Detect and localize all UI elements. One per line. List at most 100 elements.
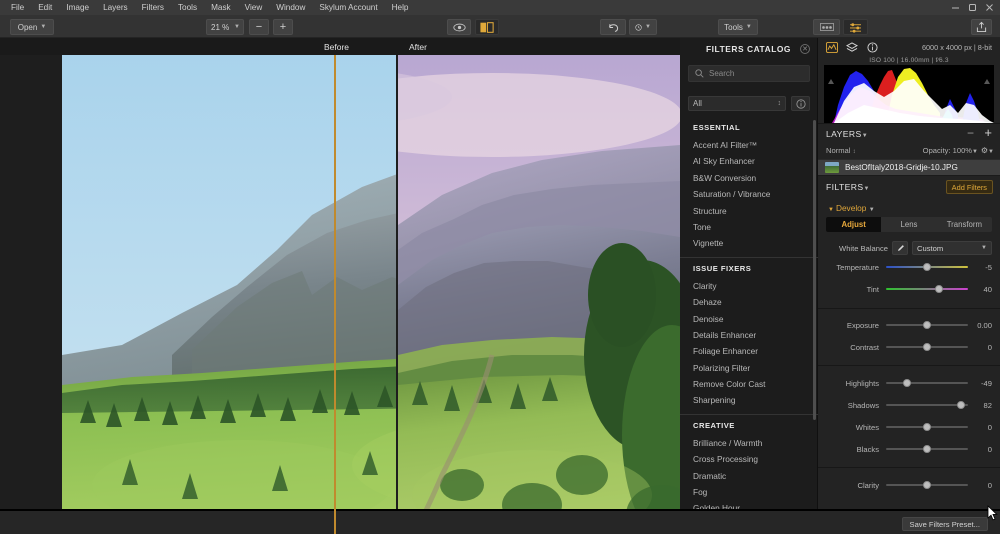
slider-exposure[interactable]: Exposure 0.00 <box>818 314 1000 336</box>
layer-list-item[interactable]: BestOfItaly2018-Gridje-10.JPG <box>818 159 1000 176</box>
filter-item-vignette[interactable]: Vignette <box>680 235 818 251</box>
white-balance-select[interactable]: Custom ▼ <box>912 241 992 255</box>
slider-whites-track[interactable] <box>886 421 968 433</box>
tools-dropdown-button[interactable]: Tools ▼ <box>718 19 758 35</box>
history-button[interactable]: ▼ <box>629 19 657 35</box>
menu-item-view[interactable]: View <box>238 0 270 15</box>
slider-temperature-track[interactable] <box>886 261 968 273</box>
filter-item-clarity[interactable]: Clarity <box>680 278 818 294</box>
layers-stack-icon[interactable] <box>846 41 858 53</box>
photo-viewport[interactable] <box>62 55 680 534</box>
highlight-clip-triangle-icon[interactable] <box>984 79 990 84</box>
slider-temperature[interactable]: Temperature -5 <box>818 256 1000 278</box>
filter-item-tone[interactable]: Tone <box>680 219 818 235</box>
menu-item-tools[interactable]: Tools <box>171 0 204 15</box>
slider-temperature-knob[interactable] <box>923 263 931 271</box>
tab-lens[interactable]: Lens <box>881 217 936 232</box>
filter-item-bw-conversion[interactable]: B&W Conversion <box>680 170 818 186</box>
eyedropper-icon[interactable] <box>892 241 908 255</box>
close-icon[interactable]: ✕ <box>800 44 810 54</box>
filter-item-saturation-vibrance[interactable]: Saturation / Vibrance <box>680 186 818 202</box>
menu-item-skylum-account[interactable]: Skylum Account <box>312 0 384 15</box>
search-input[interactable]: Search <box>688 65 810 82</box>
slider-contrast-track[interactable] <box>886 341 968 353</box>
adjustments-panel-button[interactable] <box>843 19 868 35</box>
zoom-level-select[interactable]: 21 % ▼ <box>206 19 244 35</box>
slider-shadows-knob[interactable] <box>956 401 965 409</box>
filter-item-accent-ai[interactable]: Accent AI Filter™ <box>680 137 818 153</box>
catalog-scrollbar[interactable] <box>813 120 816 420</box>
develop-header[interactable]: ▼ Develop ▼ <box>818 198 1000 215</box>
filter-item-brilliance-warmth[interactable]: Brilliance / Warmth <box>680 435 818 451</box>
menu-item-layers[interactable]: Layers <box>96 0 135 15</box>
filter-item-cross-processing[interactable]: Cross Processing <box>680 451 818 467</box>
develop-filter-panel[interactable]: ▼ Develop ▼ Adjust Lens Transform White B… <box>818 198 1000 502</box>
filters-catalog-list[interactable]: ESSENTIAL Accent AI Filter™ AI Sky Enhan… <box>680 117 818 534</box>
filter-item-denoise[interactable]: Denoise <box>680 311 818 327</box>
share-export-button[interactable] <box>971 19 992 35</box>
slider-contrast-knob[interactable] <box>923 343 931 351</box>
filter-item-structure[interactable]: Structure <box>680 203 818 219</box>
slider-shadows[interactable]: Shadows 82 <box>818 394 1000 416</box>
add-layer-button[interactable]: + <box>984 126 992 139</box>
save-filters-preset-button[interactable]: Save Filters Preset... <box>901 517 988 531</box>
menu-item-file[interactable]: File <box>4 0 31 15</box>
slider-shadows-track[interactable] <box>886 399 968 411</box>
menu-item-mask[interactable]: Mask <box>204 0 238 15</box>
slider-highlights-knob[interactable] <box>903 379 912 387</box>
filter-item-remove-color-cast[interactable]: Remove Color Cast <box>680 376 818 392</box>
menu-item-edit[interactable]: Edit <box>31 0 59 15</box>
slider-highlights-track[interactable] <box>886 377 968 389</box>
filter-item-dehaze[interactable]: Dehaze <box>680 294 818 310</box>
category-select[interactable]: All ↕ <box>688 96 786 111</box>
filter-item-details-enhancer[interactable]: Details Enhancer <box>680 327 818 343</box>
slider-tint-knob[interactable] <box>935 285 944 293</box>
info-circle-icon[interactable] <box>791 96 810 111</box>
slider-tint-track[interactable] <box>886 283 968 295</box>
open-button[interactable]: Open ▼ <box>10 19 54 35</box>
maximize-icon[interactable] <box>964 0 981 15</box>
menu-item-filters[interactable]: Filters <box>135 0 171 15</box>
filter-item-dramatic[interactable]: Dramatic <box>680 468 818 484</box>
slider-whites-knob[interactable] <box>923 423 931 431</box>
filter-item-sharpening[interactable]: Sharpening <box>680 392 818 408</box>
filter-item-fog[interactable]: Fog <box>680 484 818 500</box>
minimize-icon[interactable] <box>947 0 964 15</box>
slider-clarity[interactable]: Clarity 0 <box>818 474 1000 496</box>
remove-layer-button[interactable]: − <box>967 127 974 139</box>
histogram-icon[interactable] <box>826 41 838 53</box>
slider-exposure-knob[interactable] <box>923 321 931 329</box>
preview-toggle-button[interactable] <box>447 19 471 35</box>
layers-title[interactable]: LAYERS▼ <box>826 129 868 139</box>
menu-item-image[interactable]: Image <box>59 0 96 15</box>
filters-section-title[interactable]: FILTERS▼ <box>826 182 870 192</box>
add-filters-button[interactable]: Add Filters <box>945 180 993 194</box>
slider-tint[interactable]: Tint 40 <box>818 278 1000 300</box>
slider-clarity-knob[interactable] <box>923 481 931 489</box>
gear-icon[interactable]: ⚙▼ <box>981 146 994 155</box>
layer-opacity-control[interactable]: Opacity: 100%▼ <box>923 146 978 155</box>
slider-highlights[interactable]: Highlights -49 <box>818 372 1000 394</box>
undo-button[interactable] <box>600 19 626 35</box>
compare-before-after-button[interactable] <box>475 19 499 35</box>
slider-blacks-track[interactable] <box>886 443 968 455</box>
slider-clarity-track[interactable] <box>886 479 968 491</box>
blend-mode-select[interactable]: Normal ↕ <box>826 146 856 155</box>
filter-item-ai-sky-enhancer[interactable]: AI Sky Enhancer <box>680 153 818 169</box>
zoom-out-button[interactable]: − <box>249 19 269 35</box>
filter-item-polarizing-filter[interactable]: Polarizing Filter <box>680 360 818 376</box>
slider-contrast[interactable]: Contrast 0 <box>818 336 1000 358</box>
slider-blacks[interactable]: Blacks 0 <box>818 438 1000 460</box>
info-circle-icon[interactable] <box>866 41 878 53</box>
menu-item-help[interactable]: Help <box>385 0 416 15</box>
zoom-in-button[interactable]: + <box>273 19 293 35</box>
slider-whites[interactable]: Whites 0 <box>818 416 1000 438</box>
image-canvas[interactable]: Before After <box>0 38 680 534</box>
slider-blacks-knob[interactable] <box>923 445 931 453</box>
filter-item-foliage-enhancer[interactable]: Foliage Enhancer <box>680 343 818 359</box>
menu-item-window[interactable]: Window <box>269 0 312 15</box>
tab-adjust[interactable]: Adjust <box>826 217 882 232</box>
before-after-split-handle[interactable] <box>334 55 336 534</box>
slider-exposure-track[interactable] <box>886 319 968 331</box>
tab-transform[interactable]: Transform <box>937 217 992 232</box>
